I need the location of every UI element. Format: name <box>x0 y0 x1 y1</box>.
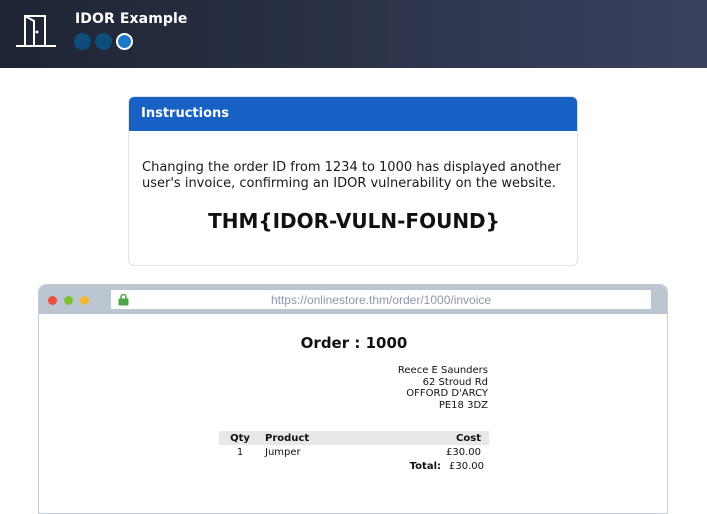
address-line: OFFORD D'ARCY <box>406 388 488 399</box>
door-icon <box>16 15 56 47</box>
instructions-card: Instructions Changing the order ID from … <box>128 96 578 266</box>
cost-header: Cost <box>456 432 481 444</box>
product-header: Product <box>265 432 310 444</box>
address-line: Reece E Saunders <box>397 365 488 376</box>
invoice-table: Qty Product Cost 1 Jumper £30.00 Total: … <box>219 431 489 473</box>
total-label: Total: <box>409 460 441 472</box>
step-3-current[interactable] <box>116 33 133 50</box>
address-bar[interactable]: https://onlinestore.thm/order/1000/invoi… <box>111 290 651 309</box>
app-title: IDOR Example <box>75 11 188 27</box>
maximize-window-dot[interactable] <box>64 296 73 305</box>
browser-toolbar: https://onlinestore.thm/order/1000/invoi… <box>39 285 667 314</box>
instructions-text: Changing the order ID from 1234 to 1000 … <box>142 160 561 191</box>
item-product: Jumper <box>265 446 301 458</box>
total-row: Total: £30.00 <box>219 459 489 473</box>
step-1[interactable] <box>74 33 91 50</box>
table-row: 1 Jumper £30.00 <box>219 445 489 459</box>
step-2[interactable] <box>95 33 112 50</box>
top-bar: IDOR Example <box>0 0 707 68</box>
customer-address: Reece E Saunders 62 Stroud Rd OFFORD D'A… <box>339 365 488 411</box>
item-cost: £30.00 <box>446 446 481 458</box>
qty-header: Qty <box>230 432 250 444</box>
instructions-heading: Instructions <box>129 97 577 131</box>
flag-text: THM{IDOR-VULN-FOUND} <box>208 209 500 233</box>
progress-steps <box>74 33 133 50</box>
item-qty: 1 <box>236 446 244 458</box>
minimize-window-dot[interactable] <box>80 296 89 305</box>
browser-window: https://onlinestore.thm/order/1000/invoi… <box>38 284 668 514</box>
invoice-header-row: Qty Product Cost <box>219 431 489 445</box>
url-text: https://onlinestore.thm/order/1000/invoi… <box>270 293 492 307</box>
address-line: 62 Stroud Rd <box>422 376 488 388</box>
close-window-dot[interactable] <box>48 296 57 305</box>
address-line: PE18 3DZ <box>438 399 488 411</box>
order-title: Order : 1000 <box>300 334 408 352</box>
total-value: £30.00 <box>449 460 484 472</box>
